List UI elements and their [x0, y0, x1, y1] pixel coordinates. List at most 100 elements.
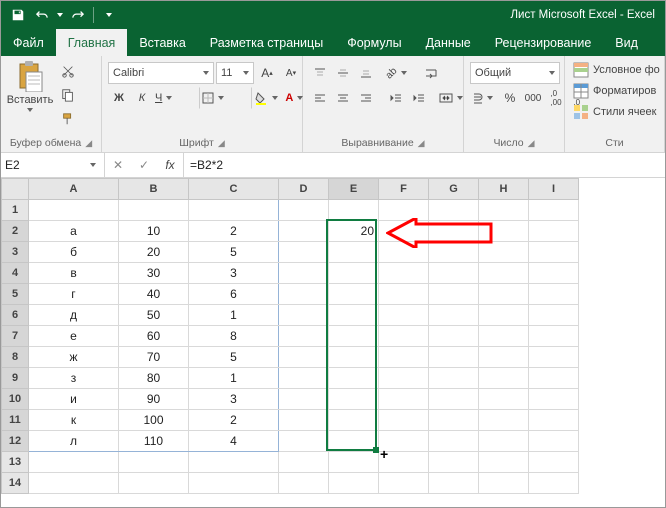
col-header-a[interactable]: A [29, 179, 119, 200]
fill-color-button[interactable] [253, 87, 283, 109]
qat-customize-icon[interactable] [98, 4, 120, 26]
cell[interactable] [279, 263, 329, 284]
cell[interactable] [279, 452, 329, 473]
tab-home[interactable]: Главная [56, 29, 128, 56]
font-name-dropdown[interactable]: Calibri [108, 62, 214, 84]
cell[interactable] [279, 347, 329, 368]
cell[interactable] [189, 473, 279, 494]
cell[interactable]: л [29, 431, 119, 452]
cell[interactable] [529, 326, 579, 347]
align-middle-button[interactable] [332, 62, 354, 84]
cell[interactable] [379, 284, 429, 305]
tab-data[interactable]: Данные [414, 29, 483, 56]
row-header[interactable]: 7 [2, 326, 29, 347]
cell[interactable] [479, 389, 529, 410]
tab-review[interactable]: Рецензирование [483, 29, 604, 56]
undo-more-icon[interactable] [55, 4, 65, 26]
cell[interactable] [529, 263, 579, 284]
cell[interactable] [429, 473, 479, 494]
cell[interactable]: 3 [189, 389, 279, 410]
thousands-button[interactable]: 000 [522, 87, 544, 109]
cell[interactable] [479, 242, 529, 263]
col-header-f[interactable]: F [379, 179, 429, 200]
font-launcher-icon[interactable]: ◢ [218, 135, 225, 151]
select-all-corner[interactable] [2, 179, 29, 200]
cell[interactable]: 50 [119, 305, 189, 326]
cell[interactable] [479, 347, 529, 368]
cell[interactable] [429, 284, 479, 305]
row-header[interactable]: 4 [2, 263, 29, 284]
cell[interactable] [379, 452, 429, 473]
cell[interactable]: е [29, 326, 119, 347]
row-header[interactable]: 1 [2, 200, 29, 221]
format-painter-button[interactable] [57, 108, 79, 130]
cell[interactable]: 1 [189, 305, 279, 326]
cell[interactable] [379, 473, 429, 494]
col-header-b[interactable]: B [119, 179, 189, 200]
tab-formulas[interactable]: Формулы [335, 29, 413, 56]
cell[interactable]: 30 [119, 263, 189, 284]
cell[interactable] [429, 347, 479, 368]
cell[interactable] [429, 431, 479, 452]
tab-insert[interactable]: Вставка [127, 29, 197, 56]
cell[interactable] [379, 200, 429, 221]
redo-icon[interactable] [67, 4, 89, 26]
cell[interactable] [479, 410, 529, 431]
cell[interactable] [529, 473, 579, 494]
cell[interactable]: 6 [189, 284, 279, 305]
undo-icon[interactable] [31, 4, 53, 26]
cell-e2[interactable]: 20 [329, 221, 379, 242]
enter-formula-button[interactable]: ✓ [131, 158, 157, 172]
formula-input[interactable]: =B2*2 [184, 153, 665, 177]
cell[interactable] [479, 326, 529, 347]
cell[interactable]: з [29, 368, 119, 389]
cell[interactable] [279, 284, 329, 305]
cell[interactable] [529, 452, 579, 473]
cell[interactable]: Количество [189, 200, 279, 221]
cell[interactable] [479, 221, 529, 242]
col-header-c[interactable]: C [189, 179, 279, 200]
row-header[interactable]: 12 [2, 431, 29, 452]
cell[interactable] [279, 473, 329, 494]
cell[interactable] [379, 242, 429, 263]
cell[interactable] [379, 389, 429, 410]
row-header[interactable]: 6 [2, 305, 29, 326]
copy-button[interactable] [57, 84, 79, 106]
orientation-button[interactable]: ab [385, 62, 412, 84]
cell[interactable] [379, 305, 429, 326]
increase-indent-button[interactable] [408, 87, 430, 109]
cell[interactable] [429, 305, 479, 326]
cell[interactable] [529, 242, 579, 263]
row-header[interactable]: 13 [2, 452, 29, 473]
cell[interactable]: 100 [119, 410, 189, 431]
cell[interactable] [329, 431, 379, 452]
col-header-h[interactable]: H [479, 179, 529, 200]
cell[interactable] [329, 263, 379, 284]
increase-decimal-button[interactable]: ,0,00 [545, 87, 567, 109]
cell[interactable] [529, 347, 579, 368]
save-icon[interactable] [7, 4, 29, 26]
cell[interactable] [279, 410, 329, 431]
cell[interactable] [429, 326, 479, 347]
cell[interactable] [279, 305, 329, 326]
wrap-text-button[interactable] [420, 62, 442, 84]
cell[interactable]: 10 [119, 221, 189, 242]
clipboard-launcher-icon[interactable]: ◢ [85, 135, 92, 151]
cell[interactable]: 3 [189, 263, 279, 284]
cell[interactable] [329, 347, 379, 368]
cell[interactable] [119, 473, 189, 494]
cell[interactable]: Продукты [29, 200, 119, 221]
cell[interactable] [379, 263, 429, 284]
cell[interactable] [479, 305, 529, 326]
cell[interactable]: 8 [189, 326, 279, 347]
cell[interactable]: и [29, 389, 119, 410]
tab-page-layout[interactable]: Разметка страницы [198, 29, 335, 56]
align-top-button[interactable] [309, 62, 331, 84]
cell[interactable] [429, 200, 479, 221]
cell[interactable]: б [29, 242, 119, 263]
tab-file[interactable]: Файл [1, 29, 56, 56]
cell[interactable] [479, 431, 529, 452]
cell[interactable] [529, 305, 579, 326]
number-format-dropdown[interactable]: Общий [470, 62, 560, 84]
row-header[interactable]: 5 [2, 284, 29, 305]
